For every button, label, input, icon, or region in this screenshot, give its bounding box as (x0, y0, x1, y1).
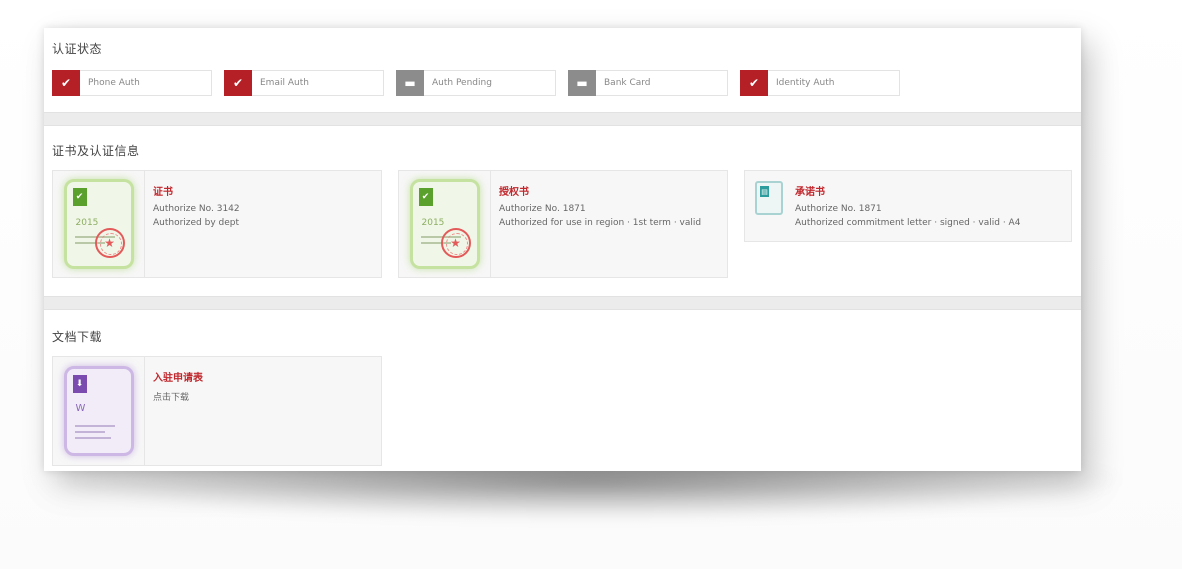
word-document-icon: ⬇ W (63, 366, 134, 456)
card-line: Authorized for use in region · 1st term … (499, 218, 702, 228)
check-icon: ✔ (418, 188, 433, 206)
certificate-card[interactable]: ✔ 2015 ★ 证书 Authorize No. 3142 Authorize… (52, 170, 382, 278)
check-icon: ✔ (72, 188, 87, 206)
section-title-status: 认证状态 (52, 42, 103, 56)
doc-line (74, 431, 105, 433)
status-item-identity[interactable]: ✔ Identity Auth (740, 69, 900, 96)
doc-line (74, 425, 115, 427)
commitment-document-icon: ▤ (755, 181, 783, 215)
card-line: Authorized by dept (153, 218, 240, 228)
doc-code: 2015 (75, 218, 99, 228)
card-body: 授权书 Authorize No. 1871 Authorized for us… (491, 171, 709, 277)
check-icon: ✔ (740, 69, 768, 96)
application-form-card[interactable]: ⬇ W 入驻申请表 点击下载 (52, 356, 382, 466)
doc-code: W (75, 403, 86, 414)
card-thumbnail: ✔ 2015 ★ (53, 171, 145, 277)
card-title: 证书 (153, 187, 173, 198)
card-thumbnail: ✔ 2015 ★ (399, 171, 491, 277)
section-title-certificates: 证书及认证信息 (52, 144, 140, 158)
status-label: Auth Pending (432, 78, 492, 88)
card-line: Authorize No. 3142 (153, 204, 240, 214)
document-tab-icon: ▤ (760, 186, 769, 197)
certificate-document-icon: ✔ 2015 ★ (63, 179, 134, 269)
section-divider (44, 296, 1081, 310)
card-line: Authorize No. 1871 (499, 204, 586, 214)
downloads-section: 文档下载 ⬇ W 入驻申请表 点击下载 (44, 310, 1081, 471)
check-icon: ✔ (224, 69, 252, 96)
minus-icon: ▬ (396, 69, 424, 96)
card-body: 承诺书 Authorize No. 1871 Authorized commit… (789, 171, 1026, 241)
content-panel: 认证状态 ✔ Phone Auth ✔ Email Auth ▬ Auth Pe… (44, 28, 1081, 471)
status-label: Identity Auth (776, 78, 835, 88)
commitment-card[interactable]: ▤ 承诺书 Authorize No. 1871 Authorized comm… (744, 170, 1072, 242)
status-item-email[interactable]: ✔ Email Auth (224, 69, 384, 96)
card-thumbnail: ⬇ W (53, 357, 145, 465)
download-icon: ⬇ (72, 375, 87, 393)
status-label: Email Auth (260, 78, 309, 88)
authorization-card[interactable]: ✔ 2015 ★ 授权书 Authorize No. 1871 Authoriz… (398, 170, 728, 278)
section-divider (44, 112, 1081, 126)
status-row: ✔ Phone Auth ✔ Email Auth ▬ Auth Pending… (52, 69, 900, 96)
card-body: 证书 Authorize No. 3142 Authorized by dept (145, 171, 248, 277)
card-line[interactable]: 点击下载 (153, 390, 203, 403)
doc-line (74, 437, 111, 439)
card-title: 授权书 (499, 187, 529, 198)
card-body: 入驻申请表 点击下载 (145, 357, 211, 465)
status-item-phone[interactable]: ✔ Phone Auth (52, 69, 212, 96)
status-item-bank[interactable]: ▬ Bank Card (568, 69, 728, 96)
download-link[interactable]: 入驻申请表 (153, 369, 203, 384)
status-item-pending[interactable]: ▬ Auth Pending (396, 69, 556, 96)
section-title-downloads: 文档下载 (52, 330, 103, 344)
card-line: Authorize No. 1871 (795, 204, 882, 214)
status-label: Phone Auth (88, 78, 140, 88)
status-section: 认证状态 ✔ Phone Auth ✔ Email Auth ▬ Auth Pe… (44, 28, 1081, 112)
status-label: Bank Card (604, 78, 651, 88)
card-title: 承诺书 (795, 187, 825, 198)
doc-code: 2015 (421, 218, 445, 228)
certificates-section: 证书及认证信息 ✔ 2015 ★ 证书 Authorize No. 3142 A… (44, 126, 1081, 296)
seal-icon: ★ (94, 228, 125, 258)
seal-icon: ★ (440, 228, 471, 258)
minus-icon: ▬ (568, 69, 596, 96)
check-icon: ✔ (52, 69, 80, 96)
authorization-document-icon: ✔ 2015 ★ (409, 179, 480, 269)
card-line: Authorized commitment letter · signed · … (795, 218, 1021, 228)
